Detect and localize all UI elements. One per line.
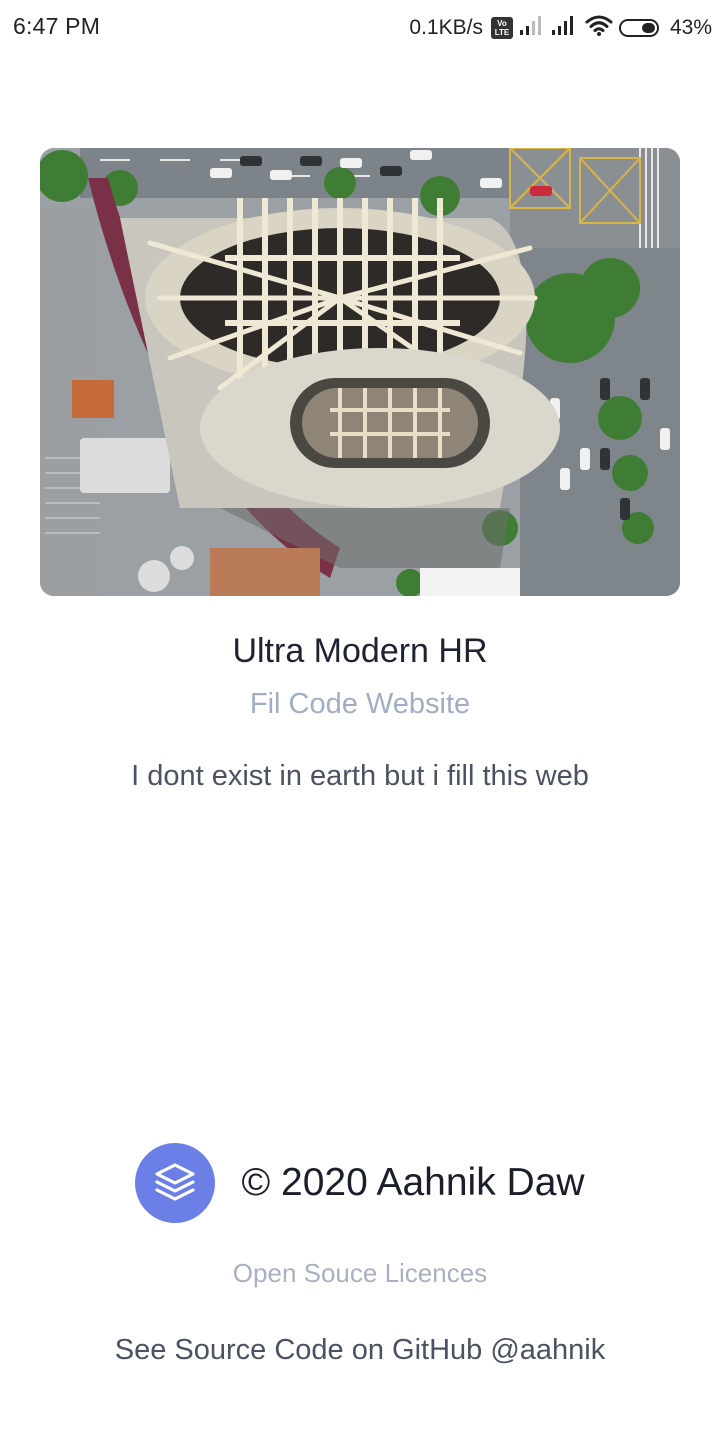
copyright-text: © 2020 Aahnik Daw <box>241 1161 585 1204</box>
battery-level-fill <box>641 23 655 33</box>
app-subtitle: Fil Code Website <box>249 688 471 720</box>
github-source-link[interactable]: See Source Code on GitHub @aahnik <box>0 1334 720 1367</box>
hero-image <box>40 148 680 596</box>
wifi-icon <box>585 14 613 42</box>
footer-brand: © 2020 Aahnik Daw <box>0 1143 720 1223</box>
status-time: 6:47 PM <box>13 13 101 39</box>
layers-icon <box>135 1143 216 1223</box>
volte-icon: Vo LTE <box>490 17 513 39</box>
signal-2-icon <box>551 14 579 42</box>
signal-1-icon <box>519 14 545 42</box>
battery-percent: 43% <box>669 16 712 39</box>
app-title: Ultra Modern HR <box>232 632 488 670</box>
battery-icon <box>618 19 659 37</box>
status-bar: 6:47 PM 0.1KB/s Vo LTE 43% <box>0 0 720 56</box>
status-icons: 0.1KB/s Vo LTE 43% <box>409 13 712 43</box>
network-speed: 0.1KB/s <box>409 16 483 39</box>
open-source-licences-link[interactable]: Open Souce Licences <box>0 1258 720 1289</box>
app-description: I dont exist in earth but i fill this we… <box>131 760 589 792</box>
